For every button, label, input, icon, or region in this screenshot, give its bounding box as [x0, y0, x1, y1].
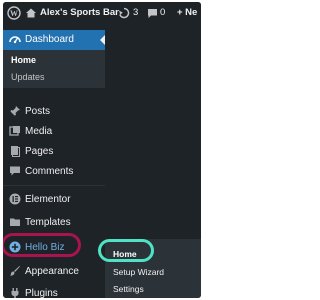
menu-item-pages[interactable]: Pages	[3, 141, 105, 161]
pages-label: Pages	[25, 145, 54, 157]
elementor-icon	[9, 193, 21, 205]
menu-item-comments[interactable]: Comments	[3, 161, 105, 181]
dashboard-label: Dashboard	[25, 34, 74, 45]
flyout-item-settings[interactable]: Settings	[113, 284, 144, 294]
updates-count[interactable]: 3	[133, 2, 138, 24]
menu-item-plugins[interactable]: Plugins	[3, 283, 105, 298]
new-content-button[interactable]: + Ne	[177, 2, 197, 24]
brush-icon	[9, 265, 21, 277]
comments-label: Comments	[25, 165, 74, 177]
menu-item-templates[interactable]: Templates	[3, 212, 105, 232]
submenu-updates[interactable]: Updates	[11, 72, 45, 82]
menu-item-media[interactable]: Media	[3, 121, 105, 141]
media-label: Media	[25, 125, 53, 137]
comments-menu-icon	[9, 165, 21, 177]
menu-item-posts[interactable]: Posts	[3, 101, 105, 121]
elementor-label: Elementor	[25, 193, 71, 205]
menu-item-appearance[interactable]: Appearance	[3, 261, 105, 281]
svg-text:W: W	[10, 9, 18, 18]
menu-item-elementor[interactable]: Elementor	[3, 189, 105, 209]
submenu-home[interactable]: Home	[11, 55, 36, 65]
hello-biz-highlight-ring	[3, 233, 81, 257]
updates-icon[interactable]	[118, 2, 130, 24]
flyout-item-setup-wizard[interactable]: Setup Wizard	[113, 267, 164, 277]
home-highlight-ring	[98, 239, 154, 262]
menu-item-dashboard[interactable]: Dashboard	[3, 30, 105, 50]
dashboard-submenu: Home Updates	[3, 50, 105, 88]
comments-count[interactable]: 0	[160, 2, 165, 24]
pages-icon	[9, 145, 21, 157]
wp-admin-frame: W Alex's Sports Bar 3 0 + Ne Dashboard H…	[3, 2, 201, 298]
media-icon	[9, 125, 21, 137]
menu-separator	[3, 185, 105, 186]
wordpress-logo-icon[interactable]: W	[7, 2, 21, 24]
appearance-label: Appearance	[25, 265, 79, 277]
folder-icon	[9, 216, 21, 228]
pin-icon	[9, 105, 21, 117]
plug-icon	[9, 287, 21, 298]
home-icon[interactable]	[25, 2, 37, 24]
posts-label: Posts	[25, 105, 51, 117]
site-title[interactable]: Alex's Sports Bar	[40, 2, 119, 24]
admin-bar: W Alex's Sports Bar 3 0 + Ne	[3, 2, 201, 24]
comments-icon[interactable]	[147, 2, 158, 24]
plugins-label: Plugins	[25, 287, 58, 299]
dashboard-icon	[9, 34, 21, 49]
current-arrow-icon	[100, 35, 105, 45]
templates-label: Templates	[25, 216, 71, 228]
